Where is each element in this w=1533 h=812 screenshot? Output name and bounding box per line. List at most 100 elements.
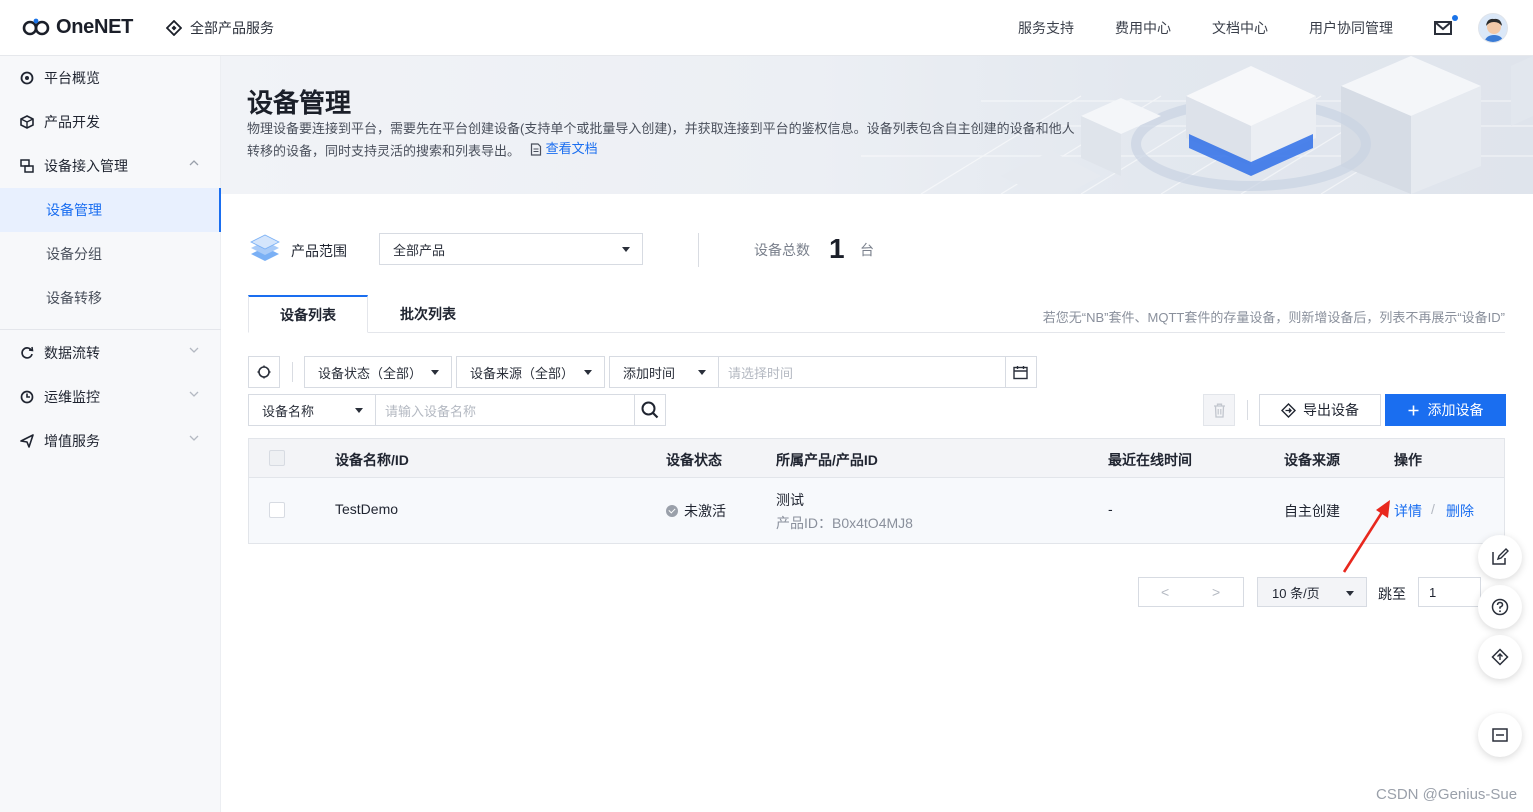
device-total-label: 设备总数	[754, 242, 810, 258]
doc-icon	[530, 142, 541, 156]
tab-batch-list[interactable]: 批次列表	[368, 295, 488, 333]
device-name[interactable]: TestDemo	[335, 501, 398, 517]
sidebar-sub-device-transfer[interactable]: 设备转移	[0, 276, 221, 320]
page-size-select[interactable]: 10 条/页	[1257, 577, 1367, 607]
mail-button[interactable]	[1434, 15, 1458, 38]
header-last-online: 最近在线时间	[1108, 452, 1192, 468]
header-actions: 操作	[1394, 452, 1422, 468]
nav-user-collab[interactable]: 用户协同管理	[1309, 18, 1393, 38]
jump-to-input[interactable]: 1	[1418, 577, 1481, 607]
export-devices-button[interactable]: 导出设备	[1259, 394, 1381, 426]
overview-icon	[20, 71, 34, 85]
device-source-filter[interactable]: 设备来源（全部）	[456, 356, 605, 388]
sidebar-item-label: 产品开发	[44, 114, 100, 130]
caret-down-icon	[622, 247, 630, 252]
help-button[interactable]	[1478, 585, 1522, 629]
sidebar-sub-device-group[interactable]: 设备分组	[0, 232, 221, 276]
monitor-icon	[20, 390, 34, 404]
search-field-select[interactable]: 设备名称	[248, 394, 376, 426]
caret-down-icon	[355, 408, 363, 413]
description-line-2: 转移的设备，同时支持灵活的搜索和列表导出。 查看文档	[247, 139, 1097, 162]
top-nav: 服务支持 费用中心 文档中心 用户协同管理	[1018, 0, 1533, 56]
view-docs-link[interactable]: 查看文档	[530, 139, 598, 159]
device-status-filter[interactable]: 设备状态（全部）	[304, 356, 452, 388]
upload-button[interactable]	[1478, 635, 1522, 679]
notification-dot	[1452, 15, 1458, 21]
sidebar-item-product-dev[interactable]: 产品开发	[0, 100, 221, 144]
export-icon	[1281, 402, 1296, 418]
nav-billing-center[interactable]: 费用中心	[1115, 18, 1171, 38]
page-title: 设备管理	[247, 88, 352, 118]
next-page-button[interactable]: >	[1212, 584, 1220, 600]
table-row: TestDemo 未激活 测试 产品ID：B0x4tO4MJ8 - 自主创建 详…	[249, 478, 1504, 543]
minus-icon	[1492, 728, 1508, 742]
header-product: 所属产品/产品ID	[776, 452, 878, 468]
delete-link[interactable]: 删除	[1446, 501, 1474, 521]
avatar[interactable]	[1478, 13, 1508, 43]
tab-device-list[interactable]: 设备列表	[248, 295, 368, 333]
sidebar-sub-label: 设备分组	[46, 246, 102, 262]
caret-down-icon	[1346, 591, 1354, 596]
product-id: 产品ID：B0x4tO4MJ8	[776, 515, 913, 531]
sidebar-sub-device-management[interactable]: 设备管理	[0, 188, 221, 232]
search-field-value: 设备名称	[262, 403, 315, 419]
pagination-arrows: < >	[1138, 577, 1244, 607]
send-icon	[20, 434, 34, 448]
mail-icon	[1434, 21, 1452, 35]
tab-note: 若您无“NB”套件、MQTT套件的存量设备，则新增设备后，列表不再展示“设备ID…	[1042, 310, 1505, 325]
header-device-source: 设备来源	[1284, 452, 1340, 468]
chevron-down-icon	[189, 391, 199, 397]
logo-mark-icon	[22, 18, 52, 36]
logo-text: OneNET	[56, 15, 134, 38]
filter-divider	[292, 362, 293, 382]
plus-icon	[1408, 405, 1418, 415]
sidebar-item-value-added[interactable]: 增值服务	[0, 419, 221, 463]
refresh-button[interactable]	[248, 356, 280, 388]
table-header: 设备名称/ID 设备状态 所属产品/产品ID 最近在线时间 设备来源 操作	[249, 439, 1504, 478]
upload-icon	[1491, 648, 1509, 666]
sidebar-item-label: 运维监控	[44, 389, 100, 405]
top-bar: OneNET 全部产品服务 服务支持 费用中心 文档中心 用户协同管理	[0, 0, 1533, 56]
time-field-select[interactable]: 添加时间	[609, 356, 719, 388]
device-status-text: 未激活	[684, 503, 726, 519]
calendar-icon[interactable]	[1013, 365, 1028, 380]
annotation-arrow	[1342, 500, 1390, 573]
sidebar-item-label: 设备接入管理	[44, 158, 128, 174]
device-status: 未激活	[666, 501, 726, 521]
search-icon	[641, 401, 659, 419]
action-separator: /	[1431, 501, 1435, 517]
data-flow-icon	[20, 346, 34, 360]
sidebar-item-ops-monitor[interactable]: 运维监控	[0, 375, 221, 419]
last-online-time: -	[1108, 501, 1113, 517]
batch-delete-button[interactable]	[1203, 394, 1235, 426]
diamond-icon	[166, 20, 182, 36]
onenet-logo[interactable]: OneNET	[22, 15, 133, 39]
all-products-menu[interactable]: 全部产品服务	[166, 18, 274, 38]
sidebar-item-device-access[interactable]: 设备接入管理	[0, 144, 221, 188]
collapse-button[interactable]	[1478, 713, 1522, 757]
select-all-checkbox[interactable]	[269, 450, 285, 466]
sidebar-item-data-flow[interactable]: 数据流转	[0, 331, 221, 375]
device-source-filter-value: 设备来源（全部）	[470, 365, 575, 381]
time-range-input[interactable]: 请选择时间	[718, 356, 1037, 388]
jump-to-label: 跳至	[1378, 586, 1406, 602]
nav-service-support[interactable]: 服务支持	[1018, 18, 1074, 38]
chevron-up-icon	[189, 160, 199, 166]
add-device-label: 添加设备	[1427, 402, 1484, 418]
feedback-button[interactable]	[1478, 535, 1522, 579]
device-table: 设备名称/ID 设备状态 所属产品/产品ID 最近在线时间 设备来源 操作 Te…	[248, 438, 1505, 544]
nav-docs-center[interactable]: 文档中心	[1212, 18, 1268, 38]
export-devices-label: 导出设备	[1303, 402, 1359, 418]
button-divider	[1247, 400, 1248, 420]
sidebar-item-label: 增值服务	[44, 433, 100, 449]
edit-icon	[1492, 548, 1509, 565]
add-device-button[interactable]: 添加设备	[1385, 394, 1506, 426]
product-scope-select[interactable]: 全部产品	[379, 233, 643, 265]
row-checkbox[interactable]	[269, 502, 285, 518]
description-line-1: 物理设备要连接到平台，需要先在平台创建设备(支持单个或批量导入创建)，并获取连接…	[247, 121, 1075, 136]
search-button[interactable]	[634, 394, 666, 426]
sidebar-item-platform-overview[interactable]: 平台概览	[0, 56, 221, 100]
time-field-value: 添加时间	[623, 365, 676, 381]
device-name-search-input[interactable]: 请输入设备名称	[375, 394, 635, 426]
prev-page-button[interactable]: <	[1161, 584, 1169, 600]
